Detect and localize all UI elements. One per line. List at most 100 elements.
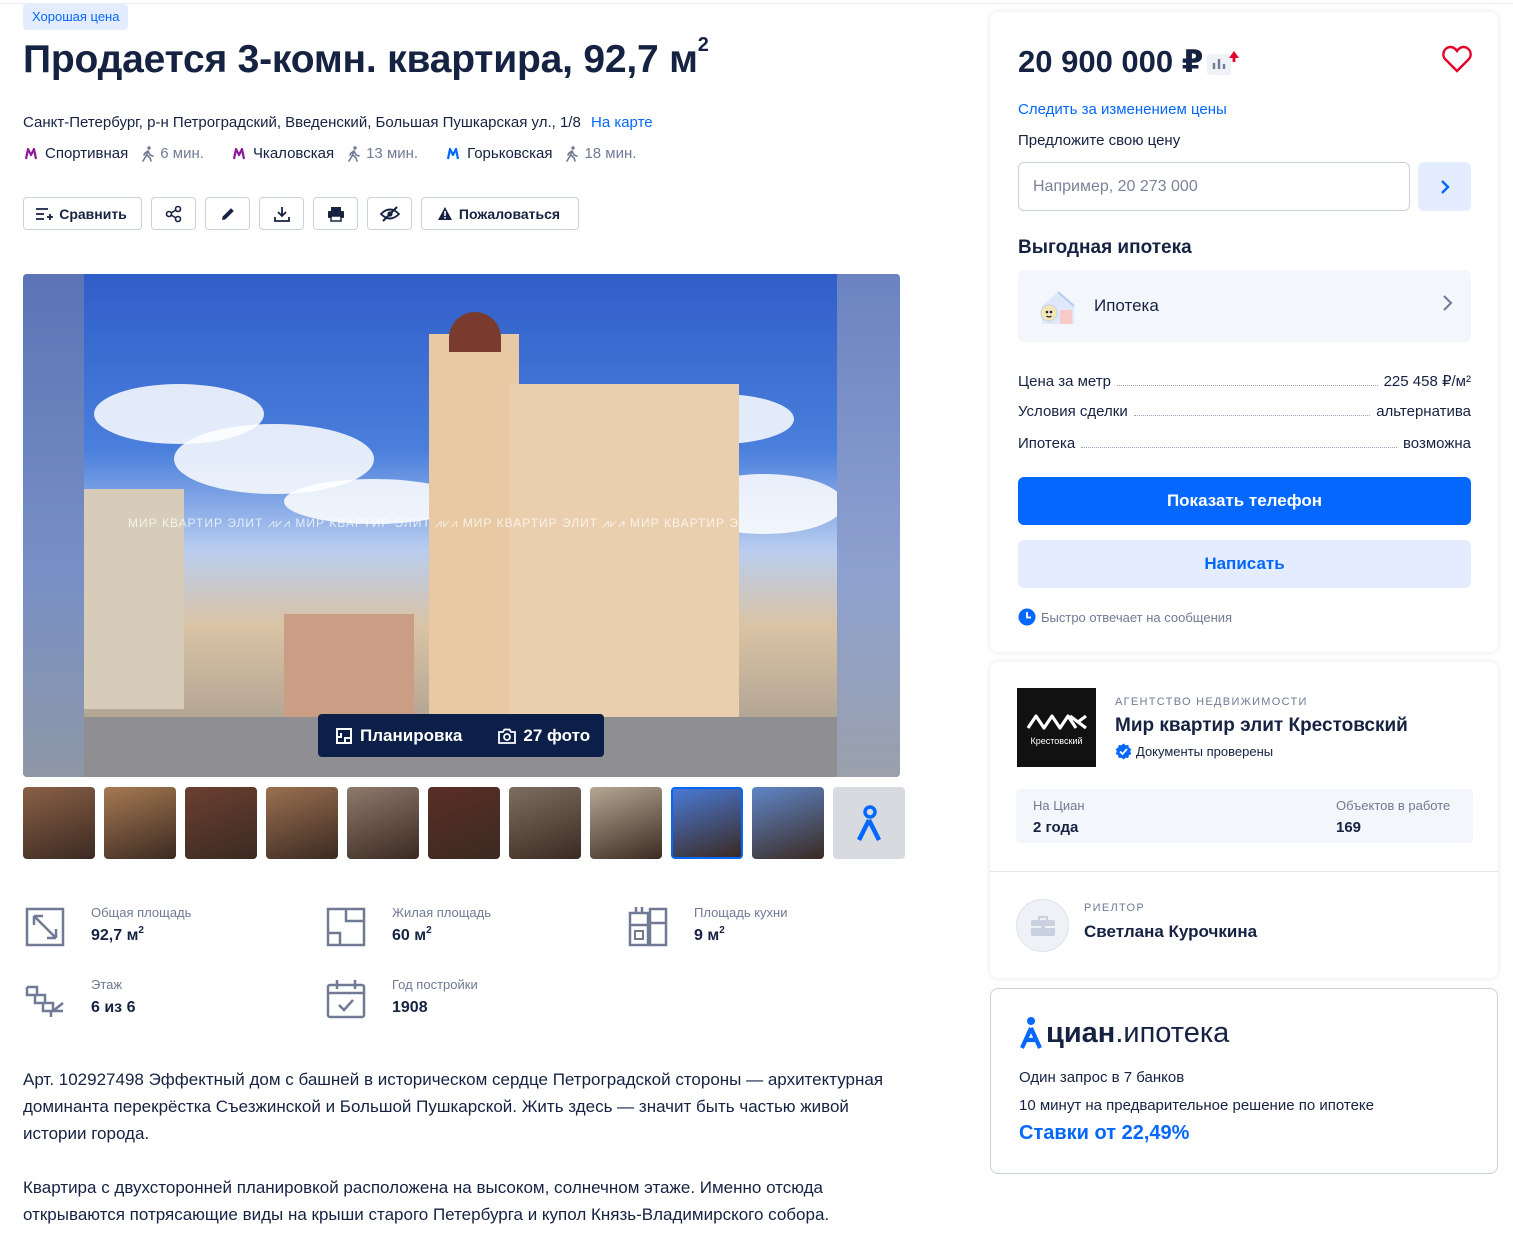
metro-item[interactable]: Чкаловская 13 мин.: [231, 145, 418, 162]
description-paragraph: Квартира с двухсторонней планировкой рас…: [23, 1178, 830, 1224]
metro-list: Спортивная 6 мин. Чкаловская 13 мин. Гор…: [23, 145, 663, 162]
photo-gallery[interactable]: МИР КВАРТИР ЭЛИТ ⩘⩗⩘ МИР КВАРТИР ЭЛИТ ⩘⩗…: [23, 274, 900, 777]
agency-stats: На Циан 2 года Объектов в работе 169: [1016, 789, 1473, 843]
agency-logo[interactable]: Крестовский: [1017, 688, 1096, 767]
walk-icon: [142, 145, 155, 162]
good-price-badge: Хорошая цена: [23, 4, 129, 30]
chevron-right-icon: [1443, 295, 1453, 311]
watermark: МИР КВАРТИР ЭЛИТ ⩘⩗⩘ МИР КВАРТИР ЭЛИТ ⩘⩗…: [128, 516, 739, 530]
metro-time: 13 мин.: [366, 145, 419, 162]
chevron-right-icon: [1440, 179, 1450, 194]
feature-value: 9 м2: [694, 925, 787, 945]
mortgage-offer-row[interactable]: Ипотека: [1018, 270, 1471, 342]
tour-thumbnail[interactable]: [833, 787, 905, 859]
living-area-icon: [326, 907, 366, 947]
feature-build-year: Год постройки 1908: [324, 974, 478, 1021]
feature-value-text: 92,7 м: [91, 927, 139, 944]
camera-icon: [498, 728, 517, 744]
feature-value: 6 из 6: [91, 999, 136, 1016]
write-message-button[interactable]: Написать: [1018, 540, 1471, 588]
complain-button[interactable]: Пожаловаться: [421, 197, 579, 230]
feature-label: Этаж: [91, 977, 123, 992]
fast-reply-note: Быстро отвечает на сообщения: [1018, 608, 1232, 626]
feature-value-sup: 2: [138, 925, 144, 936]
metro-item[interactable]: Горьковская 18 мин.: [445, 145, 636, 162]
cian-pin-icon: [856, 805, 882, 842]
feature-value-text: 60 м: [392, 927, 427, 944]
metro-time: 6 мин.: [160, 145, 204, 162]
download-button[interactable]: [259, 197, 304, 230]
feature-value: 92,7 м2: [91, 925, 191, 945]
show-phone-button[interactable]: Показать телефон: [1018, 477, 1471, 525]
photo-thumbnail[interactable]: [347, 787, 419, 859]
print-icon: [327, 206, 344, 222]
mortgage-house-icon: [1040, 291, 1075, 324]
metro-item[interactable]: Спортивная 6 мин.: [23, 145, 204, 162]
offer-submit-button[interactable]: [1418, 162, 1471, 211]
thumbnail-strip: [23, 787, 914, 859]
agency-verified: Документы проверены: [1115, 743, 1273, 760]
photo-thumbnail[interactable]: [185, 787, 257, 859]
photo-thumbnail[interactable]: [266, 787, 338, 859]
agency-logo-mark: [1026, 713, 1087, 730]
photo-thumbnail[interactable]: [23, 787, 95, 859]
offer-price-input[interactable]: [1018, 162, 1410, 211]
metro-icon: [447, 147, 460, 159]
all-photos-button[interactable]: 27 фото: [498, 726, 590, 746]
cian-logo-main: циан: [1046, 1016, 1116, 1049]
favorite-heart-icon[interactable]: [1442, 45, 1472, 73]
metro-walk-time: 13 мин.: [348, 145, 418, 162]
info-label: Ипотека: [1018, 435, 1076, 452]
address: Санкт-Петербург, р-н Петроградский, Введ…: [23, 114, 653, 131]
metro-walk-time: 6 мин.: [142, 145, 204, 162]
info-value: альтернатива: [1376, 403, 1471, 420]
agency-name[interactable]: Мир квартир элит Крестовский: [1115, 715, 1408, 737]
price-chart-icon: [1207, 51, 1239, 75]
stat-label: На Циан: [1033, 798, 1085, 813]
gallery-controls: Планировка 27 фото: [318, 714, 604, 757]
stat-label: Объектов в работе: [1336, 798, 1451, 813]
fast-reply-text: Быстро отвечает на сообщения: [1041, 609, 1233, 625]
photo-thumbnail[interactable]: [428, 787, 500, 859]
address-text: Санкт-Петербург, р-н Петроградский, Введ…: [23, 114, 581, 131]
gallery-next-preview[interactable]: [837, 274, 900, 777]
photo-thumbnail[interactable]: [590, 787, 662, 859]
metro-name: Горьковская: [467, 145, 553, 162]
gallery-prev-preview[interactable]: [23, 274, 84, 777]
clock-icon: [1018, 608, 1036, 626]
realtor-name[interactable]: Светлана Курочкина: [1084, 922, 1257, 942]
track-price-link[interactable]: Следить за изменением цены: [1018, 101, 1227, 118]
complain-label: Пожаловаться: [458, 205, 561, 222]
realtor-kind: РИЕЛТОР: [1084, 902, 1146, 914]
realtor-avatar[interactable]: [1016, 899, 1069, 952]
feature-label: Год постройки: [392, 977, 478, 992]
feature-floor: Этаж 6 из 6: [23, 974, 135, 1021]
metro-walk-time: 18 мин.: [566, 145, 636, 162]
building-dome: [449, 312, 501, 352]
photo-thumbnail[interactable]: [752, 787, 824, 859]
compare-icon: [36, 207, 54, 220]
photo-thumbnail[interactable]: [509, 787, 581, 859]
feature-value-sup: 2: [719, 925, 725, 936]
on-map-link[interactable]: На карте: [591, 114, 653, 131]
cian-mortgage-card[interactable]: циан .ипотека Один запрос в 7 банков 10 м…: [990, 988, 1498, 1174]
floor-plan-button[interactable]: Планировка: [335, 726, 462, 746]
floor-plan-label: Планировка: [360, 725, 463, 745]
feature-value: 1908: [392, 999, 428, 1016]
print-button[interactable]: [313, 197, 358, 230]
dotted-leader: [1081, 447, 1397, 448]
edit-button[interactable]: [205, 197, 250, 230]
photo-thumbnail[interactable]: [671, 787, 743, 859]
all-photos-label: 27 фото: [523, 725, 591, 745]
agency-card: Крестовский АГЕНТСТВО НЕДВИЖИМОСТИ Мир к…: [990, 662, 1498, 978]
photo-thumbnail[interactable]: [104, 787, 176, 859]
cian-mortgage-rate-link[interactable]: Ставки от 22,49%: [1019, 1122, 1189, 1145]
compare-button[interactable]: Сравнить: [23, 197, 142, 230]
action-toolbar: Сравнить Пожаловаться: [23, 197, 588, 230]
stat-objects: Объектов в работе 169: [1336, 798, 1450, 836]
share-button[interactable]: [151, 197, 196, 230]
mortgage-row-label: Ипотека: [1094, 296, 1159, 315]
hide-button[interactable]: [367, 197, 412, 230]
metro-icon: [24, 147, 38, 159]
price-history-button[interactable]: [1207, 49, 1240, 75]
